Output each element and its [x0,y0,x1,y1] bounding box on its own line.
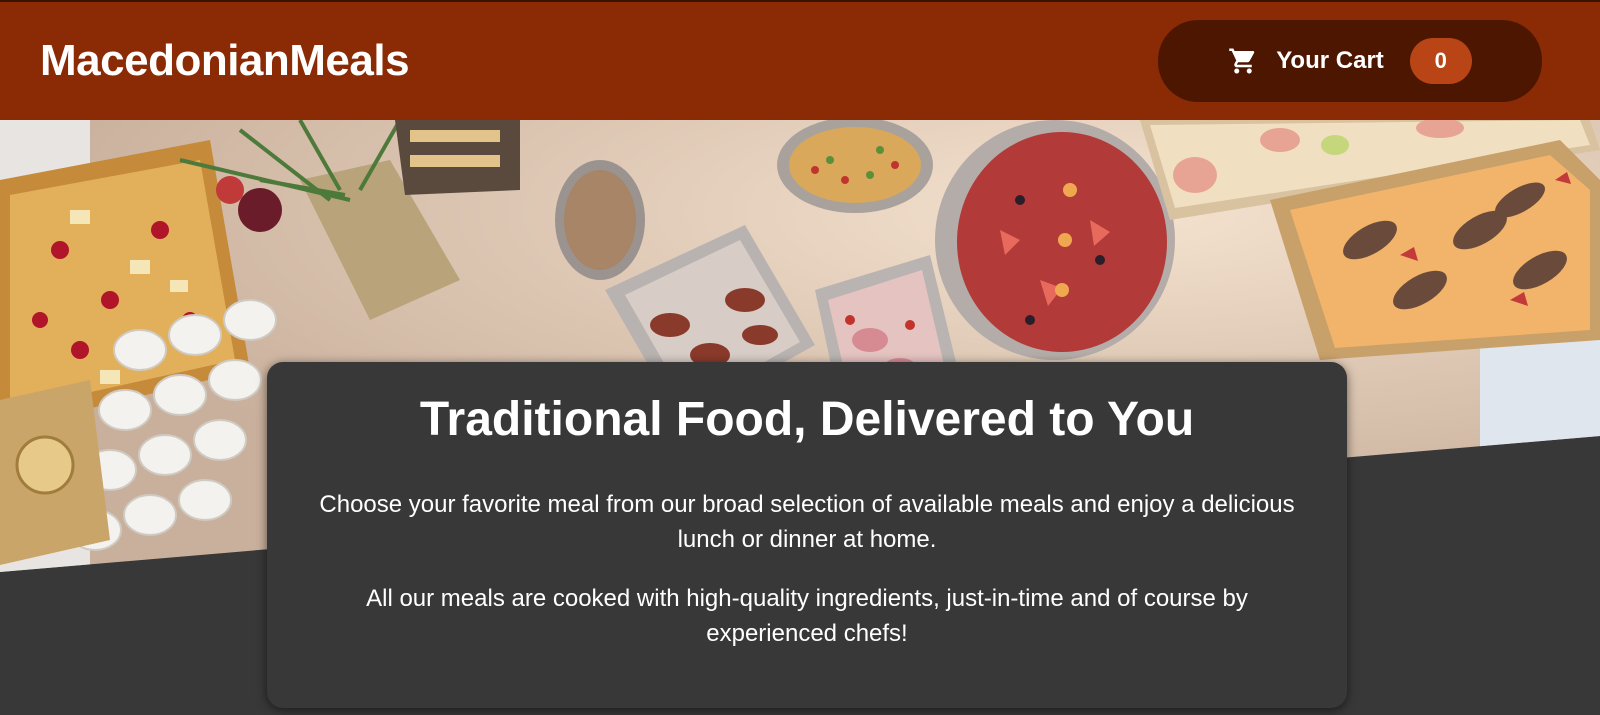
cart-button[interactable]: Your Cart 0 [1158,20,1542,102]
meals-summary-card: Traditional Food, Delivered to You Choos… [267,362,1347,708]
summary-paragraph-2: All our meals are cooked with high-quali… [366,585,1248,648]
shopping-cart-icon [1228,46,1258,76]
summary-title: Traditional Food, Delivered to You [419,393,1195,446]
cart-count-badge: 0 [1409,38,1472,84]
cart-label: Your Cart [1276,47,1384,74]
app-header: MacedonianMeals Your Cart 0 [0,0,1600,120]
brand-title: MacedonianMeals [40,36,410,85]
summary-paragraph-1: Choose your favorite meal from our broad… [319,491,1295,554]
